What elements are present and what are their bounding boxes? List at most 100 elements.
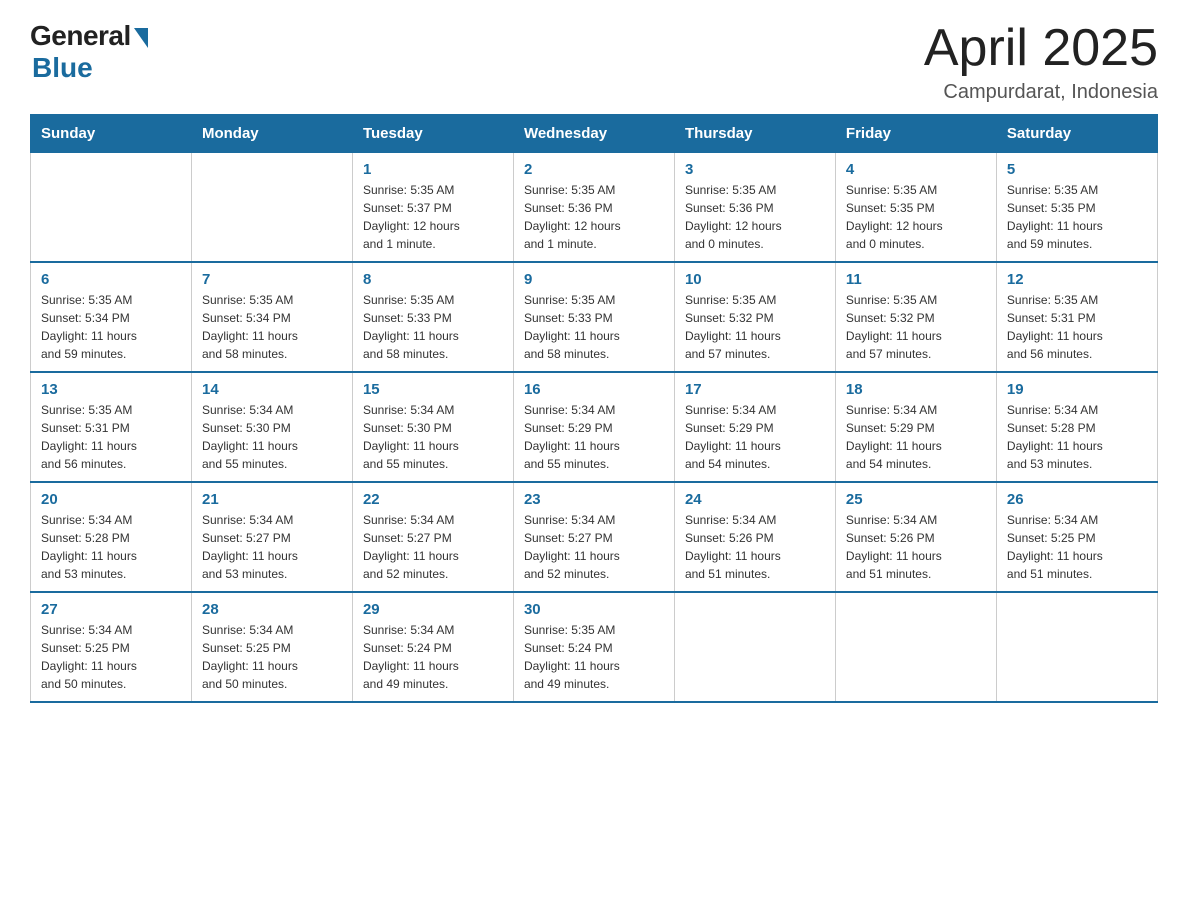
calendar-cell: 14 Sunrise: 5:34 AM Sunset: 5:30 PM Dayli… [191, 372, 352, 482]
day-info: Sunrise: 5:34 AM Sunset: 5:29 PM Dayligh… [685, 401, 825, 473]
weekday-header: Sunday [31, 115, 192, 153]
day-info: Sunrise: 5:34 AM Sunset: 5:25 PM Dayligh… [1007, 511, 1147, 583]
calendar-week-row: 13 Sunrise: 5:35 AM Sunset: 5:31 PM Dayli… [31, 372, 1158, 482]
day-info: Sunrise: 5:35 AM Sunset: 5:35 PM Dayligh… [1007, 181, 1147, 253]
calendar-cell: 12Sunrise: 5:35 AM Sunset: 5:31 PM Dayli… [996, 262, 1157, 372]
day-number: 29 [363, 601, 503, 618]
day-info: Sunrise: 5:35 AM Sunset: 5:33 PM Dayligh… [524, 291, 664, 363]
weekday-header: Tuesday [352, 115, 513, 153]
logo-general-text: General [30, 20, 131, 52]
day-info: Sunrise: 5:34 AM Sunset: 5:27 PM Dayligh… [202, 511, 342, 583]
calendar-cell: 24Sunrise: 5:34 AM Sunset: 5:26 PM Dayli… [674, 482, 835, 592]
day-number: 18 [846, 381, 986, 398]
day-number: 25 [846, 491, 986, 508]
calendar-cell: 11 Sunrise: 5:35 AM Sunset: 5:32 PM Dayli… [835, 262, 996, 372]
title-section: April 2025 Campurdarat, Indonesia [924, 20, 1158, 104]
calendar-cell: 16 Sunrise: 5:34 AM Sunset: 5:29 PM Dayli… [513, 372, 674, 482]
day-number: 6 [41, 271, 181, 288]
day-number: 12 [1007, 271, 1147, 288]
logo-triangle-icon [134, 28, 148, 48]
calendar-cell: 5 Sunrise: 5:35 AM Sunset: 5:35 PM Daylig… [996, 153, 1157, 263]
calendar-cell: 27 Sunrise: 5:34 AM Sunset: 5:25 PM Dayli… [31, 592, 192, 702]
calendar-cell: 1 Sunrise: 5:35 AM Sunset: 5:37 PM Daylig… [352, 153, 513, 263]
page-header: General Blue April 2025 Campurdarat, Ind… [30, 20, 1158, 104]
calendar-cell: 7 Sunrise: 5:35 AM Sunset: 5:34 PM Daylig… [191, 262, 352, 372]
calendar-cell: 30 Sunrise: 5:35 AM Sunset: 5:24 PM Dayli… [513, 592, 674, 702]
day-number: 19 [1007, 381, 1147, 398]
day-info: Sunrise: 5:34 AM Sunset: 5:28 PM Dayligh… [1007, 401, 1147, 473]
day-info: Sunrise: 5:35 AM Sunset: 5:35 PM Dayligh… [846, 181, 986, 253]
day-number: 26 [1007, 491, 1147, 508]
day-number: 21 [202, 491, 342, 508]
calendar-cell: 8 Sunrise: 5:35 AM Sunset: 5:33 PM Daylig… [352, 262, 513, 372]
calendar-cell [31, 153, 192, 263]
day-number: 8 [363, 271, 503, 288]
logo-blue-text: Blue [32, 52, 93, 84]
calendar-cell: 13 Sunrise: 5:35 AM Sunset: 5:31 PM Dayli… [31, 372, 192, 482]
calendar-cell: 28 Sunrise: 5:34 AM Sunset: 5:25 PM Dayli… [191, 592, 352, 702]
day-info: Sunrise: 5:35 AM Sunset: 5:34 PM Dayligh… [202, 291, 342, 363]
day-info: Sunrise: 5:35 AM Sunset: 5:37 PM Dayligh… [363, 181, 503, 253]
weekday-header: Wednesday [513, 115, 674, 153]
logo: General Blue [30, 20, 148, 84]
day-number: 16 [524, 381, 664, 398]
day-number: 11 [846, 271, 986, 288]
day-info: Sunrise: 5:34 AM Sunset: 5:29 PM Dayligh… [846, 401, 986, 473]
weekday-header: Saturday [996, 115, 1157, 153]
day-number: 13 [41, 381, 181, 398]
day-number: 28 [202, 601, 342, 618]
day-info: Sunrise: 5:34 AM Sunset: 5:27 PM Dayligh… [363, 511, 503, 583]
calendar-cell: 25 Sunrise: 5:34 AM Sunset: 5:26 PM Dayli… [835, 482, 996, 592]
day-number: 15 [363, 381, 503, 398]
day-number: 23 [524, 491, 664, 508]
calendar-week-row: 6 Sunrise: 5:35 AM Sunset: 5:34 PM Daylig… [31, 262, 1158, 372]
calendar-week-row: 20Sunrise: 5:34 AM Sunset: 5:28 PM Dayli… [31, 482, 1158, 592]
calendar-week-row: 27 Sunrise: 5:34 AM Sunset: 5:25 PM Dayli… [31, 592, 1158, 702]
calendar-cell: 9 Sunrise: 5:35 AM Sunset: 5:33 PM Daylig… [513, 262, 674, 372]
day-info: Sunrise: 5:34 AM Sunset: 5:25 PM Dayligh… [202, 621, 342, 693]
calendar-cell: 19 Sunrise: 5:34 AM Sunset: 5:28 PM Dayli… [996, 372, 1157, 482]
calendar-week-row: 1 Sunrise: 5:35 AM Sunset: 5:37 PM Daylig… [31, 153, 1158, 263]
day-number: 3 [685, 161, 825, 178]
location-subtitle: Campurdarat, Indonesia [924, 81, 1158, 104]
day-number: 9 [524, 271, 664, 288]
day-info: Sunrise: 5:35 AM Sunset: 5:34 PM Dayligh… [41, 291, 181, 363]
calendar-cell: 2 Sunrise: 5:35 AM Sunset: 5:36 PM Daylig… [513, 153, 674, 263]
day-number: 22 [363, 491, 503, 508]
calendar-cell: 23Sunrise: 5:34 AM Sunset: 5:27 PM Dayli… [513, 482, 674, 592]
calendar-cell: 18 Sunrise: 5:34 AM Sunset: 5:29 PM Dayli… [835, 372, 996, 482]
day-info: Sunrise: 5:34 AM Sunset: 5:28 PM Dayligh… [41, 511, 181, 583]
calendar-cell: 29 Sunrise: 5:34 AM Sunset: 5:24 PM Dayli… [352, 592, 513, 702]
day-info: Sunrise: 5:34 AM Sunset: 5:24 PM Dayligh… [363, 621, 503, 693]
day-number: 27 [41, 601, 181, 618]
month-year-title: April 2025 [924, 20, 1158, 77]
day-info: Sunrise: 5:34 AM Sunset: 5:30 PM Dayligh… [202, 401, 342, 473]
day-info: Sunrise: 5:34 AM Sunset: 5:26 PM Dayligh… [846, 511, 986, 583]
day-number: 30 [524, 601, 664, 618]
day-number: 2 [524, 161, 664, 178]
day-info: Sunrise: 5:34 AM Sunset: 5:29 PM Dayligh… [524, 401, 664, 473]
day-number: 7 [202, 271, 342, 288]
weekday-header: Friday [835, 115, 996, 153]
calendar-cell: 20Sunrise: 5:34 AM Sunset: 5:28 PM Dayli… [31, 482, 192, 592]
weekday-header: Thursday [674, 115, 835, 153]
day-info: Sunrise: 5:35 AM Sunset: 5:36 PM Dayligh… [685, 181, 825, 253]
day-number: 4 [846, 161, 986, 178]
day-info: Sunrise: 5:34 AM Sunset: 5:26 PM Dayligh… [685, 511, 825, 583]
day-number: 5 [1007, 161, 1147, 178]
day-number: 14 [202, 381, 342, 398]
day-info: Sunrise: 5:35 AM Sunset: 5:33 PM Dayligh… [363, 291, 503, 363]
day-info: Sunrise: 5:35 AM Sunset: 5:31 PM Dayligh… [41, 401, 181, 473]
calendar-cell: 3 Sunrise: 5:35 AM Sunset: 5:36 PM Daylig… [674, 153, 835, 263]
day-info: Sunrise: 5:34 AM Sunset: 5:30 PM Dayligh… [363, 401, 503, 473]
calendar-cell [996, 592, 1157, 702]
day-info: Sunrise: 5:35 AM Sunset: 5:24 PM Dayligh… [524, 621, 664, 693]
day-info: Sunrise: 5:34 AM Sunset: 5:25 PM Dayligh… [41, 621, 181, 693]
day-info: Sunrise: 5:35 AM Sunset: 5:36 PM Dayligh… [524, 181, 664, 253]
weekday-header: Monday [191, 115, 352, 153]
day-number: 1 [363, 161, 503, 178]
day-info: Sunrise: 5:35 AM Sunset: 5:32 PM Dayligh… [846, 291, 986, 363]
day-number: 10 [685, 271, 825, 288]
day-number: 17 [685, 381, 825, 398]
calendar-cell: 10Sunrise: 5:35 AM Sunset: 5:32 PM Dayli… [674, 262, 835, 372]
